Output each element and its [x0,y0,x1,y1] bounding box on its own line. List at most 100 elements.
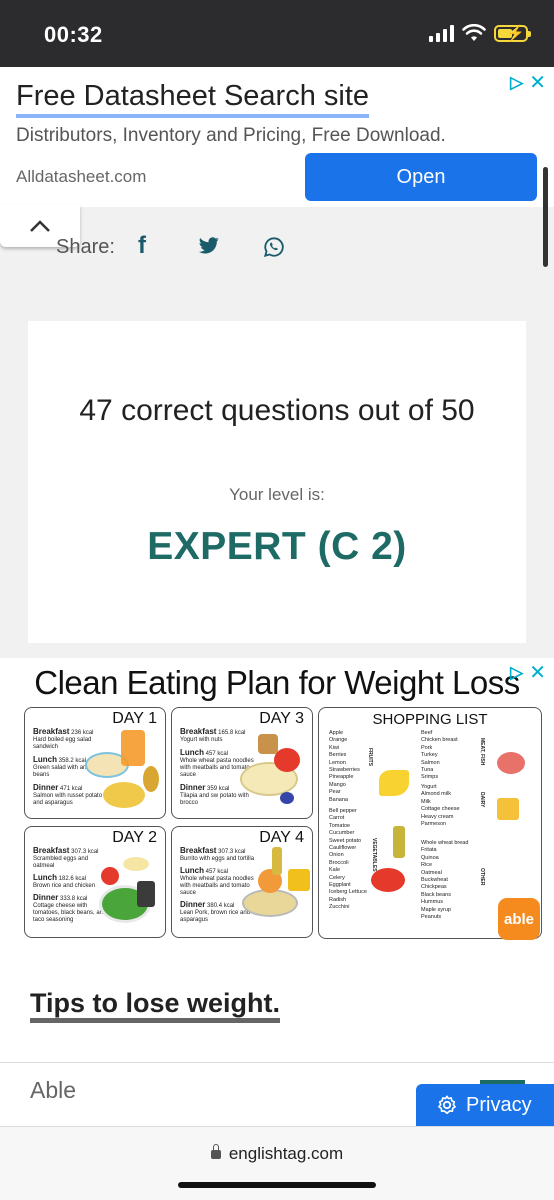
url-text[interactable]: englishtag.com [229,1144,343,1163]
shopping-list-title: SHOPPING LIST [372,711,488,728]
day-title: DAY 1 [112,710,157,727]
eggs-plate-image [103,782,145,808]
ad-description: Distributors, Inventory and Pricing, Fre… [16,125,446,146]
shopping-item: Bell pepper [329,808,357,814]
meal-kcal: 457 kcal [205,869,229,875]
top-ad-banner[interactable]: Free Datasheet Search site Distributors,… [0,67,554,267]
salmon-image [497,752,525,774]
shopping-item: Tomatoe [329,822,351,829]
ad-domain: Alldatasheet.com [16,167,147,186]
share-label: Share: [56,236,115,258]
shopping-item: Banana [329,796,348,803]
dairy-list: Yogurt Almond milk Milk Cottage cheese Heavy… [421,784,460,828]
cellular-signal-icon [429,24,454,42]
plate-image [242,889,298,917]
battery-charging-icon: ⚡ [494,24,531,42]
shopping-item: Carrot [329,815,345,822]
ad-close-icon[interactable]: ✕ [529,660,546,685]
whatsapp-icon[interactable] [263,236,285,258]
day-title: DAY 4 [259,829,304,846]
shopping-item: Pineapple [329,774,354,781]
shopping-item: Zucchini [329,904,350,911]
meal-name: Dinner [33,783,59,792]
shopping-item: Cottage cheese [421,806,460,813]
gear-icon [438,1095,456,1115]
home-indicator[interactable] [178,1182,376,1188]
meal-name: Breakfast [33,846,70,855]
fruits-list: Apple Orange Kiwi Berries Lemon Strawberries P… [329,730,360,804]
meal-name: Lunch [33,755,57,764]
twitter-icon[interactable] [198,237,220,255]
meal-name: Dinner [33,893,59,902]
ad-close-icon[interactable]: ✕ [529,70,546,95]
shopping-item: Quinoa [421,854,439,861]
bread-image [258,734,278,754]
shopping-item: Broccoli [329,859,349,866]
status-time: 00:32 [44,22,103,47]
chevron-up-icon [30,220,50,232]
shopping-item: Fritata [421,847,437,854]
shopping-item: Buckwheat [421,877,448,884]
pear-image [143,766,159,792]
facebook-icon[interactable]: f [138,232,146,260]
shopping-item: Orange [329,737,348,744]
meal-desc: Burrito with eggs and tortilla [180,856,255,862]
ad-open-button[interactable]: Open [305,153,537,201]
shopping-item: Tuna [421,767,434,774]
scrollbar-thumb[interactable] [543,167,548,267]
adchoices-icon[interactable]: ▷ [510,73,523,93]
category-label: OTHER [479,868,485,886]
pepper-image [101,867,119,885]
adchoices-icon[interactable]: ▷ [510,663,523,683]
shopping-item: Eggplant [329,882,351,889]
shopping-item: Peanuts [421,914,442,921]
tips-link[interactable]: Tips to lose weight. [30,988,281,1023]
other-list: Whole wheat bread Fritata Quinoa Rice Oatmea… [421,840,468,921]
shopping-item: Mango [329,781,346,788]
wifi-icon [462,24,486,41]
shopping-item: Sweet potato [329,837,362,844]
shopping-item: Apple [329,730,344,736]
meal-kcal: 380.4 kcal [207,903,235,909]
juice-glass-image [121,730,145,766]
ad-headline[interactable]: Free Datasheet Search site [16,80,370,118]
meat-fish-list: Beef Chicken breast Pork Turkey Salmon Tuna Sr… [421,730,458,782]
tomato-image [274,748,300,772]
shopping-item: Oatmeal [421,869,442,876]
able-logo[interactable]: able [498,898,540,940]
meal-name: Breakfast [180,727,217,736]
shopping-item: Pear [329,789,341,796]
tea-cup-image [123,857,149,871]
shopping-item: Rice [421,862,433,869]
meal-kcal: 358.2 kcal [58,758,87,764]
berries-image [280,792,294,804]
shopping-item: Iceberg Lettuce [329,889,367,896]
lock-icon [210,1144,221,1159]
browser-address-bar[interactable]: englishtag.com [0,1126,554,1200]
meal-kcal: 182.6 kcal [58,876,87,882]
shopping-item: Heavy cream [421,813,454,820]
shopping-item: Parmeson [421,821,447,828]
shopping-item: Turkey [421,752,438,759]
meal-name: Lunch [180,866,204,875]
quiz-score: 47 correct questions out of 50 [79,394,475,427]
meal-plan-ad[interactable]: Clean Eating Plan for Weight Loss ▷ ✕ DA… [0,658,554,948]
meal-desc: Salmon with russet potato and asparagus [33,793,103,806]
privacy-button[interactable]: Privacy [416,1084,554,1126]
shopping-item: Srimps [421,774,439,781]
meal-desc: Tilapia and sw potato with brocco [180,793,249,806]
meal-name: Lunch [180,748,204,757]
divider [0,1062,554,1063]
day-card: DAY 2 Breakfast 307.3 kcal Scrambled egg… [24,826,166,938]
shopping-item: Yogurt [421,784,437,790]
shopping-item: Kale [329,867,341,874]
shopping-item: Celery [329,874,345,881]
meal-name: Lunch [33,873,57,882]
shopping-item: Whole wheat bread [421,840,469,846]
ad-source-label: Able [30,1077,77,1103]
banana-image [379,770,409,796]
shopping-item: Lemon [329,759,346,766]
meal-kcal: 333.8 kcal [60,896,88,902]
meal-name: Dinner [180,900,206,909]
shopping-item: Chickpeas [421,884,447,891]
